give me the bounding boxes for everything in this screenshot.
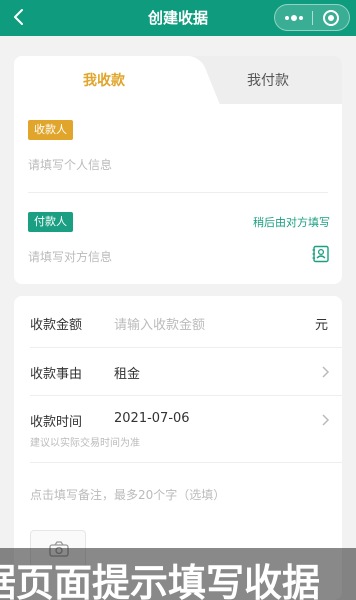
close-mini-program-icon[interactable] — [322, 9, 340, 27]
tab-pay[interactable]: 我付款 — [194, 70, 342, 90]
top-bar: 创建收据 — [0, 0, 356, 36]
divider — [30, 347, 342, 348]
caption-text: 据页面提示填写收据 — [0, 561, 321, 600]
contact-book-icon[interactable] — [312, 245, 330, 263]
time-label: 收款时间 — [30, 415, 83, 430]
amount-label: 收款金额 — [30, 318, 83, 333]
parties-card: 我收款 我付款 收款人 请填写个人信息 付款人 稍后由对方填写 请填写对方信息 — [14, 56, 342, 284]
chevron-right-icon[interactable] — [320, 413, 330, 427]
fill-later-link[interactable]: 稍后由对方填写 — [253, 214, 330, 230]
chevron-right-icon[interactable] — [320, 365, 330, 379]
remark-input[interactable]: 点击填写备注，最多20个字（选填） — [30, 486, 225, 503]
capsule-divider — [312, 11, 313, 25]
payee-badge: 收款人 — [28, 120, 73, 140]
reason-label: 收款事由 — [30, 367, 83, 382]
receipt-type-tabs: 我收款 我付款 — [14, 56, 342, 104]
divider — [30, 395, 342, 396]
time-hint: 建议以实际交易时间为准 — [30, 438, 140, 449]
time-value[interactable]: 2021-07-06 — [114, 411, 190, 426]
amount-input[interactable]: 请输入收款金额 — [114, 314, 205, 333]
caption-banner: 据页面提示填写收据 — [0, 548, 356, 600]
divider — [28, 192, 328, 193]
payer-info-input[interactable]: 请填写对方信息 — [28, 248, 112, 265]
reason-value[interactable]: 租金 — [114, 363, 140, 382]
divider — [30, 462, 342, 463]
payer-badge: 付款人 — [28, 212, 73, 232]
tab-receive[interactable]: 我收款 — [14, 70, 194, 90]
payee-info-input[interactable]: 请填写个人信息 — [28, 156, 112, 173]
amount-unit: 元 — [314, 318, 328, 333]
mini-program-capsule — [274, 4, 350, 31]
more-icon[interactable] — [283, 12, 305, 24]
